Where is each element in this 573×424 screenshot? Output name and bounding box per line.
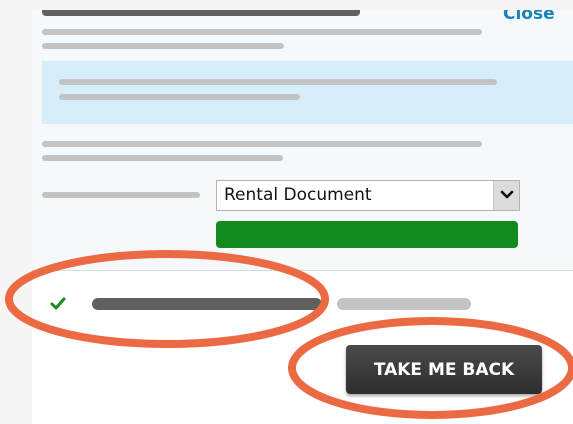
chevron-down-icon[interactable] bbox=[493, 181, 519, 210]
description-line bbox=[42, 43, 284, 49]
instruction-line bbox=[42, 141, 482, 147]
title-placeholder bbox=[42, 10, 360, 16]
select-label-placeholder bbox=[42, 192, 200, 198]
success-text-placeholder bbox=[92, 298, 322, 310]
info-line bbox=[59, 79, 497, 85]
info-line bbox=[59, 94, 300, 100]
document-type-select[interactable]: Rental Document bbox=[216, 180, 520, 211]
success-message bbox=[32, 286, 502, 326]
take-me-back-button[interactable]: TAKE ME BACK bbox=[346, 345, 542, 394]
select-value: Rental Document bbox=[224, 185, 372, 205]
checkmark-icon bbox=[50, 296, 66, 315]
divider bbox=[32, 270, 573, 271]
dialog-panel: Close Rental Document TAKE ME BACK bbox=[32, 10, 573, 424]
submit-button[interactable] bbox=[216, 221, 518, 248]
close-link[interactable]: Close bbox=[503, 10, 555, 24]
description-line bbox=[42, 29, 482, 35]
instruction-line bbox=[42, 155, 283, 161]
form-section: Close Rental Document bbox=[32, 10, 573, 270]
info-box bbox=[42, 61, 573, 124]
success-subtext-placeholder bbox=[337, 298, 471, 310]
